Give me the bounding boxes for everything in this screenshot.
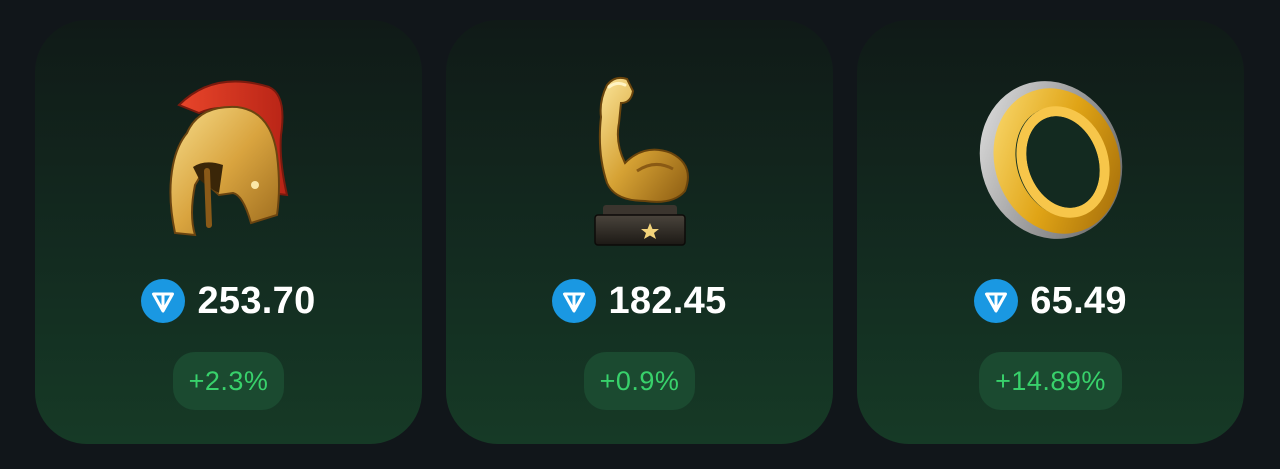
spartan-helmet-icon [168, 80, 288, 237]
item-art [35, 70, 422, 250]
change-wrap: +2.3% [35, 352, 422, 410]
price-change-badge: +2.3% [172, 352, 285, 410]
price-row: 253.70 [35, 278, 422, 324]
ton-diamond-icon [974, 279, 1019, 323]
item-card-ring[interactable]: 65.49 +14.89% [857, 20, 1244, 444]
change-wrap: +14.89% [857, 352, 1244, 410]
item-price: 65.49 [1030, 280, 1127, 322]
ton-diamond-icon [552, 279, 597, 323]
item-art [446, 70, 833, 250]
price-change-badge: +14.89% [979, 352, 1122, 410]
ton-diamond-icon [141, 279, 186, 323]
price-row: 182.45 [446, 278, 833, 324]
change-wrap: +0.9% [446, 352, 833, 410]
price-row: 65.49 [857, 278, 1244, 324]
item-price: 253.70 [197, 280, 316, 322]
price-change-badge: +0.9% [583, 352, 696, 410]
item-price: 182.45 [608, 280, 727, 322]
gold-silver-ring-icon [979, 81, 1122, 239]
item-art [857, 70, 1244, 250]
items-grid: 253.70 +2.3% 182.45 +0.9% 65.49 +14.89% [35, 20, 1244, 444]
item-card-spartan-helmet[interactable]: 253.70 +2.3% [35, 20, 422, 444]
item-card-bicep-trophy[interactable]: 182.45 +0.9% [446, 20, 833, 444]
flexed-bicep-trophy-icon [593, 76, 689, 246]
